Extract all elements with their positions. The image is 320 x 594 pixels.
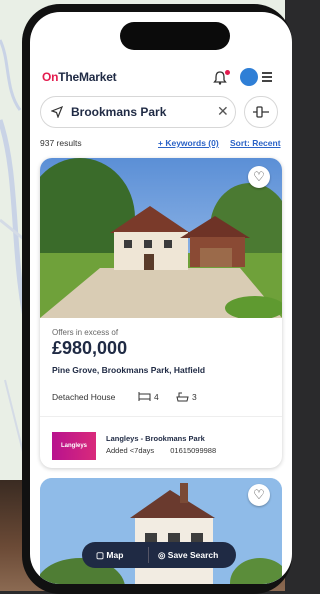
dynamic-island [120, 22, 230, 50]
search-query: Brookmans Park [71, 105, 167, 119]
save-search-label: Save Search [167, 550, 219, 560]
property-photo[interactable]: ♡ [40, 158, 282, 318]
results-count: 937 results [40, 138, 82, 148]
agent-logo[interactable]: Langleys [52, 432, 96, 460]
map-label: Map [106, 550, 124, 560]
listing-info: Offers in excess of £980,000 Pine Grove,… [52, 328, 272, 402]
sort-link[interactable]: Sort: Recent [230, 138, 281, 148]
results-bar: 937 results + Keywords (0) Sort: Recent [40, 138, 282, 152]
bed-icon [138, 392, 151, 401]
property-type: Detached House [52, 392, 116, 402]
keywords-link[interactable]: + Keywords (0) [158, 138, 219, 148]
property-card[interactable]: ♡ [40, 478, 282, 584]
agent-phone[interactable]: 01615099988 [170, 446, 216, 455]
app-header: OnTheMarket [30, 64, 292, 94]
price-qualifier: Offers in excess of [52, 328, 119, 337]
logo-text: TheMarket [58, 70, 117, 84]
location-arrow-icon [51, 106, 63, 118]
card-divider [40, 416, 282, 417]
agent-info: Langleys - Brookmans Park Added <7days 0… [106, 434, 216, 455]
bar-separator [148, 547, 149, 563]
onthemarket-logo[interactable]: OnTheMarket [42, 70, 117, 84]
filter-icon [253, 106, 269, 118]
bathroom-count: 3 [192, 392, 197, 402]
location-search-input[interactable]: Brookmans Park ✕ [40, 96, 236, 128]
clear-search-icon[interactable]: ✕ [217, 103, 229, 120]
listing-address: Pine Grove, Brookmans Park, Hatfield [52, 365, 206, 375]
logo-prefix: On [42, 70, 59, 84]
bedroom-count: 4 [154, 392, 159, 402]
property-photo[interactable] [40, 478, 282, 584]
favourite-heart-icon[interactable]: ♡ [248, 484, 270, 506]
favourite-heart-icon[interactable]: ♡ [248, 166, 270, 188]
phone-screen: OnTheMarket Brookmans Park ✕ 937 results… [30, 12, 292, 584]
bath-icon [176, 392, 189, 402]
menu-icon[interactable] [262, 72, 272, 84]
avatar[interactable] [240, 68, 258, 86]
filter-button[interactable] [244, 96, 278, 128]
save-search-button[interactable]: ◎ Save Search [158, 550, 218, 561]
property-card[interactable]: ♡ Offers in excess of £980,000 Pine Grov… [40, 158, 282, 468]
listing-price: £980,000 [52, 338, 128, 358]
agent-name[interactable]: Langleys - Brookmans Park [106, 434, 216, 443]
added-date: Added <7days [106, 446, 155, 455]
map-save-bar: ▢ Map ◎ Save Search [82, 542, 236, 568]
notification-dot [225, 70, 230, 75]
map-button[interactable]: ▢ Map [96, 550, 123, 561]
